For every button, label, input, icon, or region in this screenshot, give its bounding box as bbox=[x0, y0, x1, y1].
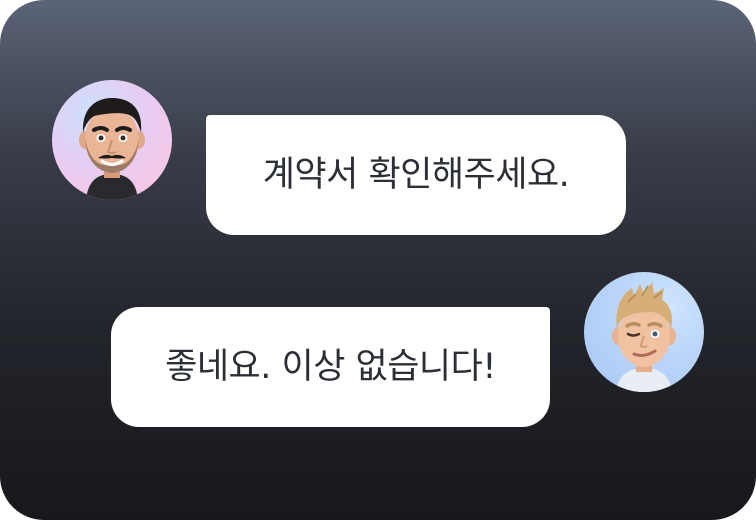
memoji-man-mustache-icon bbox=[79, 98, 145, 200]
avatar bbox=[584, 272, 704, 392]
memoji-man-winking-icon bbox=[612, 282, 676, 392]
message-bubble-outgoing: 좋네요. 이상 없습니다! bbox=[111, 307, 550, 427]
message-text: 좋네요. 이상 없습니다! bbox=[165, 346, 496, 387]
avatar bbox=[52, 80, 172, 200]
message-text: 계약서 확인해주세요. bbox=[262, 154, 570, 195]
message-bubble-incoming: 계약서 확인해주세요. bbox=[206, 115, 626, 235]
chat-card: 계약서 확인해주세요. 좋네요. 이상 없습니다! bbox=[0, 0, 756, 520]
